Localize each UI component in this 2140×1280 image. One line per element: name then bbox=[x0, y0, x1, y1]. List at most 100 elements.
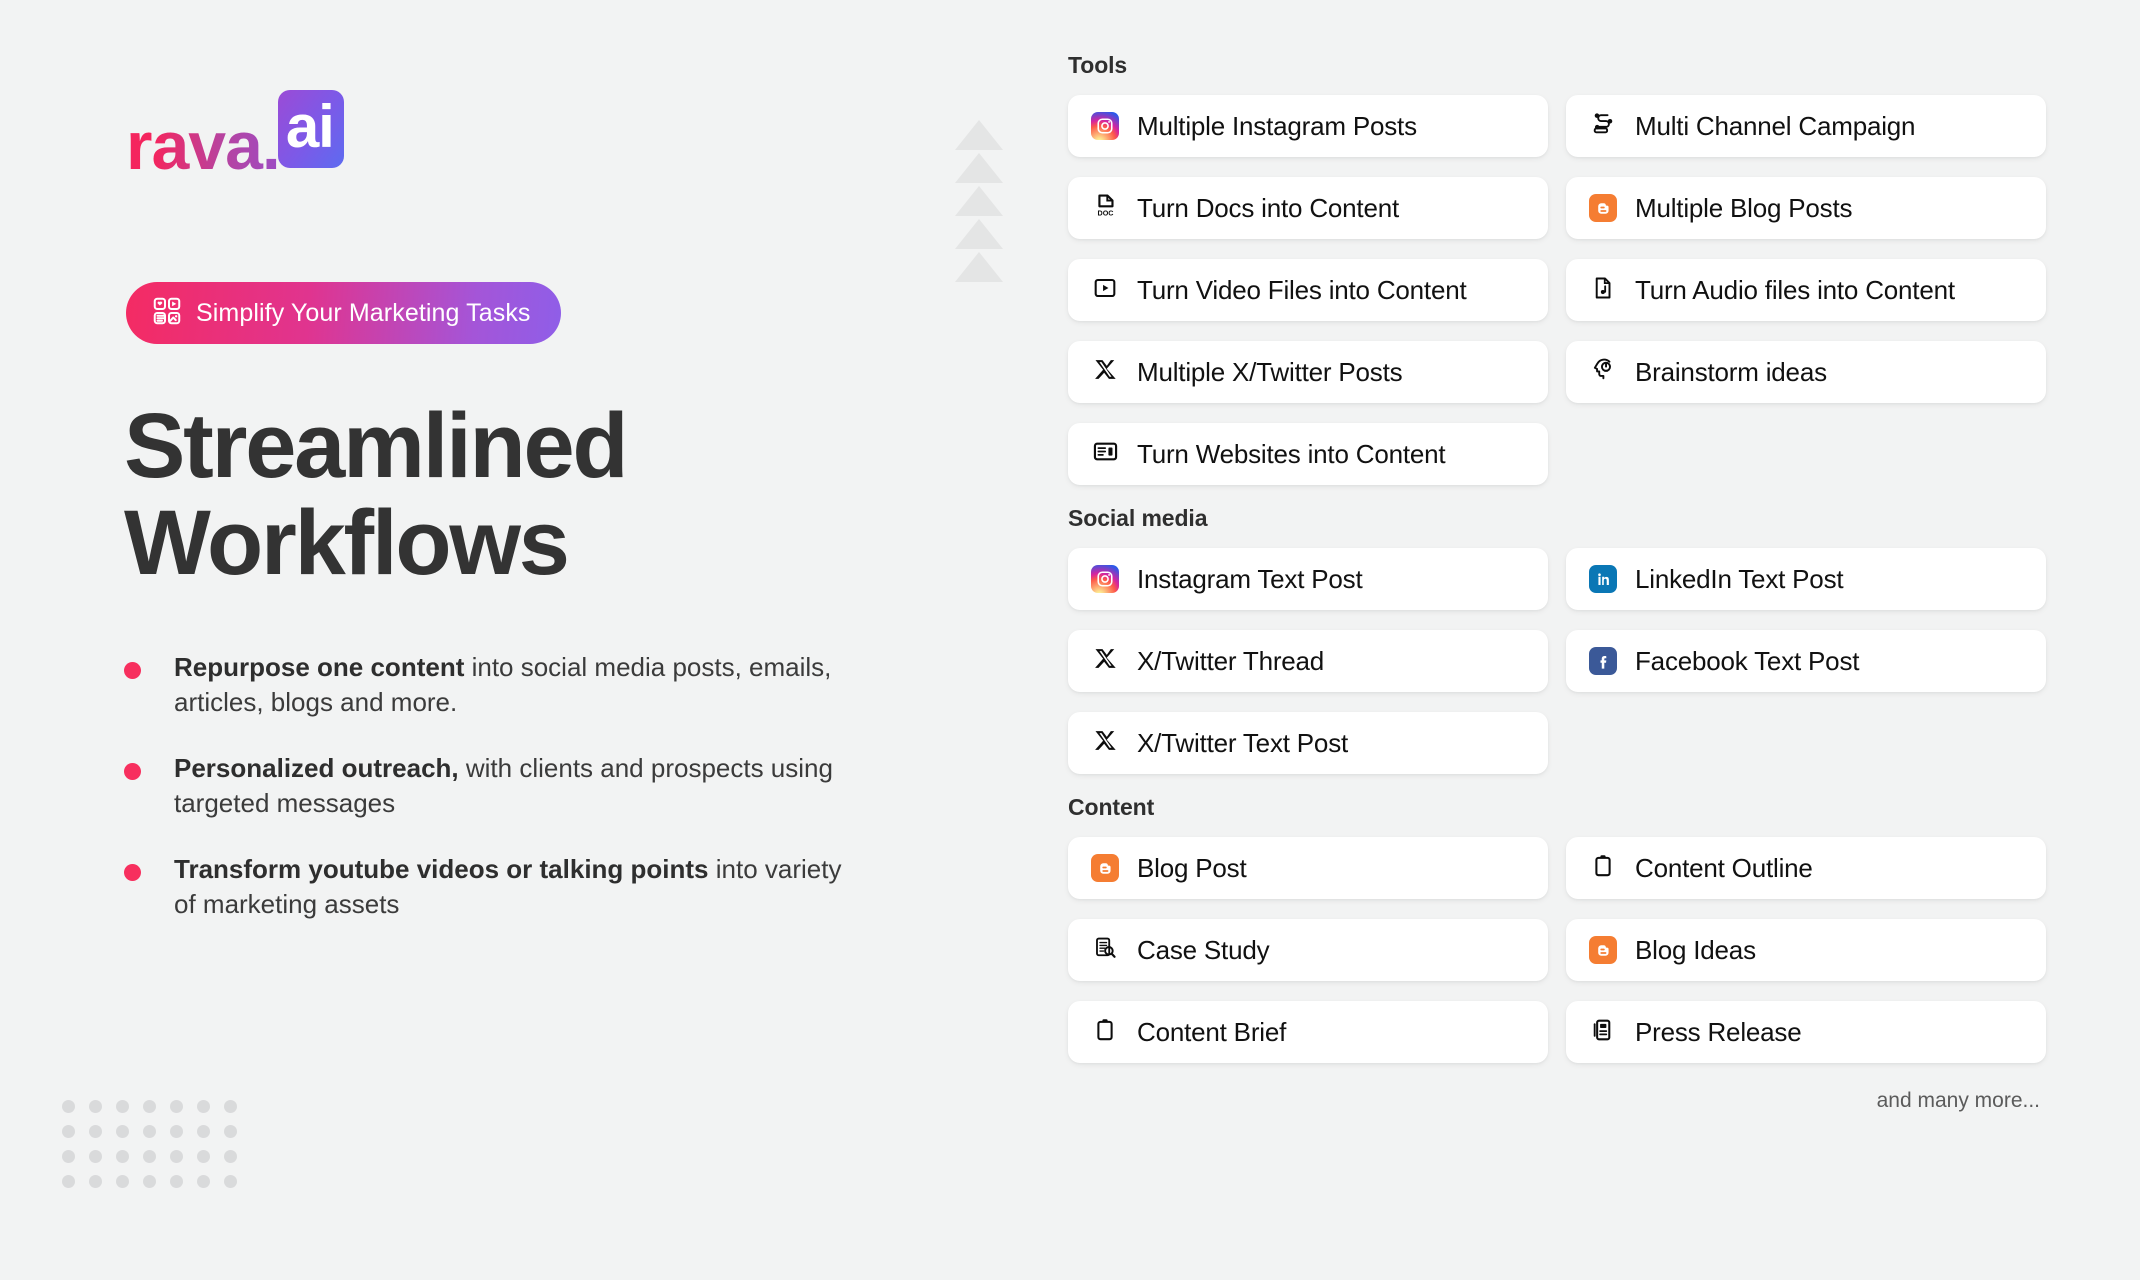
tool-card-label: Facebook Text Post bbox=[1635, 645, 1860, 676]
clipboard-icon bbox=[1588, 853, 1618, 883]
website-layout-icon bbox=[1090, 439, 1120, 469]
triangle-icon bbox=[955, 153, 1003, 183]
press-release-icon bbox=[1590, 1017, 1616, 1048]
x-twitter-icon bbox=[1090, 646, 1120, 676]
tool-card-brainstorm-ideas[interactable]: Brainstorm ideas bbox=[1566, 341, 2046, 403]
tool-card-blog-post[interactable]: Blog Post bbox=[1068, 837, 1548, 899]
multi-channel-icon bbox=[1590, 110, 1617, 142]
and-many-more-label: and many more... bbox=[1876, 1089, 2040, 1112]
headline-line-1: Streamlined bbox=[124, 395, 629, 497]
facebook-icon bbox=[1588, 646, 1618, 676]
left-hero-panel: rava. ai Simplify Your Marketing Tasks S… bbox=[0, 0, 1000, 1280]
tool-card-turn-docs-into-content[interactable]: DOC Turn Docs into Content bbox=[1068, 177, 1548, 239]
bullet-dot-icon bbox=[124, 662, 141, 679]
tool-card-label: X/Twitter Text Post bbox=[1137, 727, 1349, 758]
tool-card-x-twitter-text-post[interactable]: X/Twitter Text Post bbox=[1068, 712, 1548, 774]
blogger-icon bbox=[1589, 194, 1617, 222]
video-play-icon bbox=[1090, 275, 1120, 305]
tool-card-x-twitter-thread[interactable]: X/Twitter Thread bbox=[1068, 630, 1548, 692]
rava-ai-logo[interactable]: rava. ai bbox=[126, 90, 344, 184]
tool-card-instagram-text-post[interactable]: Instagram Text Post bbox=[1068, 548, 1548, 610]
triangle-icon bbox=[955, 186, 1003, 216]
tool-card-multiple-blog-posts[interactable]: Multiple Blog Posts bbox=[1566, 177, 2046, 239]
bullet-strong: Personalized outreach, bbox=[174, 753, 459, 784]
blogger-icon bbox=[1588, 193, 1618, 223]
grid-dot bbox=[197, 1100, 210, 1113]
linkedin-icon bbox=[1589, 565, 1617, 593]
grid-dot bbox=[116, 1175, 129, 1188]
blogger-icon bbox=[1589, 936, 1617, 964]
bullet-dot-icon bbox=[124, 763, 141, 781]
brainstorm-head-icon bbox=[1588, 357, 1618, 387]
feature-bullet-list: Repurpose one content into social media … bbox=[124, 650, 864, 921]
clipboard-icon bbox=[1092, 1017, 1118, 1048]
tool-card-label: X/Twitter Thread bbox=[1137, 645, 1325, 676]
logo-wordmark: rava. bbox=[126, 108, 281, 184]
tool-card-label: Case Study bbox=[1137, 934, 1270, 965]
grid-apps-icon bbox=[152, 296, 182, 331]
catalog-section: Social media Instagram Text Post LinkedI… bbox=[1068, 505, 2068, 774]
tool-catalog-panel: Tools Multiple Instagram Posts Multi Cha… bbox=[1068, 52, 2068, 1113]
tool-card-label: Blog Ideas bbox=[1635, 934, 1756, 965]
tool-card-content-brief[interactable]: Content Brief bbox=[1068, 1001, 1548, 1063]
tool-card-case-study[interactable]: Case Study bbox=[1068, 919, 1548, 981]
grid-dot bbox=[89, 1100, 102, 1113]
landing-page: rava. ai Simplify Your Marketing Tasks S… bbox=[0, 0, 2140, 1280]
tool-card-press-release[interactable]: Press Release bbox=[1566, 1001, 2046, 1063]
grid-dot bbox=[170, 1175, 183, 1188]
facebook-icon bbox=[1589, 647, 1617, 675]
tool-card-multi-channel-campaign[interactable]: Multi Channel Campaign bbox=[1566, 95, 2046, 157]
tool-card-label: Multiple Blog Posts bbox=[1635, 192, 1853, 223]
card-grid: Multiple Instagram Posts Multi Channel C… bbox=[1068, 95, 2068, 485]
grid-dot bbox=[197, 1175, 210, 1188]
catalog-section: Content Blog Post Content Outline Case S… bbox=[1068, 794, 2068, 1063]
grid-dot bbox=[224, 1125, 237, 1138]
bullet-strong: Repurpose one content bbox=[174, 652, 465, 682]
grid-dot bbox=[197, 1150, 210, 1163]
grid-dot bbox=[224, 1100, 237, 1113]
tagline-pill-label: Simplify Your Marketing Tasks bbox=[196, 298, 531, 327]
multi-channel-icon bbox=[1588, 111, 1618, 141]
section-title: Tools bbox=[1068, 52, 1128, 78]
grid-dot bbox=[116, 1150, 129, 1163]
instagram-icon bbox=[1090, 564, 1120, 594]
doc-file-icon: DOC bbox=[1090, 193, 1120, 223]
tool-card-label: Brainstorm ideas bbox=[1635, 356, 1827, 387]
grid-dot bbox=[62, 1150, 75, 1163]
section-title: Content bbox=[1068, 794, 1155, 820]
tool-card-blog-ideas[interactable]: Blog Ideas bbox=[1566, 919, 2046, 981]
grid-dot bbox=[89, 1175, 102, 1188]
tool-card-label: Press Release bbox=[1635, 1016, 1802, 1047]
tool-card-content-outline[interactable]: Content Outline bbox=[1566, 837, 2046, 899]
tool-card-turn-websites-into-content[interactable]: Turn Websites into Content bbox=[1068, 423, 1548, 485]
list-item: Transform youtube videos or talking poin… bbox=[124, 852, 864, 921]
list-item: Repurpose one content into social media … bbox=[124, 650, 864, 719]
x-twitter-icon bbox=[1093, 646, 1118, 676]
tool-card-label: Content Outline bbox=[1635, 852, 1813, 883]
tool-card-label: Turn Docs into Content bbox=[1137, 192, 1399, 223]
tool-card-linkedin-text-post[interactable]: LinkedIn Text Post bbox=[1566, 548, 2046, 610]
dot-grid-decoration bbox=[62, 1100, 251, 1200]
tool-card-label: Blog Post bbox=[1137, 852, 1247, 883]
video-play-icon bbox=[1092, 275, 1118, 306]
grid-dot bbox=[143, 1150, 156, 1163]
tool-card-facebook-text-post[interactable]: Facebook Text Post bbox=[1566, 630, 2046, 692]
clipboard-search-icon bbox=[1090, 935, 1120, 965]
tool-card-turn-audio-files-into-content[interactable]: Turn Audio files into Content bbox=[1566, 259, 2046, 321]
grid-dot bbox=[143, 1175, 156, 1188]
section-title: Social media bbox=[1068, 505, 1208, 531]
tool-card-label: Turn Websites into Content bbox=[1137, 438, 1446, 469]
triangle-icon bbox=[955, 219, 1003, 249]
tagline-pill: Simplify Your Marketing Tasks bbox=[126, 282, 561, 344]
clipboard-icon bbox=[1590, 853, 1616, 884]
tool-card-multiple-x-twitter-posts[interactable]: Multiple X/Twitter Posts bbox=[1068, 341, 1548, 403]
tool-card-turn-video-files-into-content[interactable]: Turn Video Files into Content bbox=[1068, 259, 1548, 321]
triangle-icon bbox=[955, 252, 1003, 282]
clipboard-search-icon bbox=[1092, 935, 1118, 966]
tool-card-multiple-instagram-posts[interactable]: Multiple Instagram Posts bbox=[1068, 95, 1548, 157]
tool-card-label: Content Brief bbox=[1137, 1016, 1287, 1047]
tool-card-label: Turn Video Files into Content bbox=[1137, 274, 1467, 305]
tool-card-label: Multi Channel Campaign bbox=[1635, 110, 1916, 141]
website-layout-icon bbox=[1092, 438, 1119, 470]
tool-card-label: Instagram Text Post bbox=[1137, 563, 1363, 594]
